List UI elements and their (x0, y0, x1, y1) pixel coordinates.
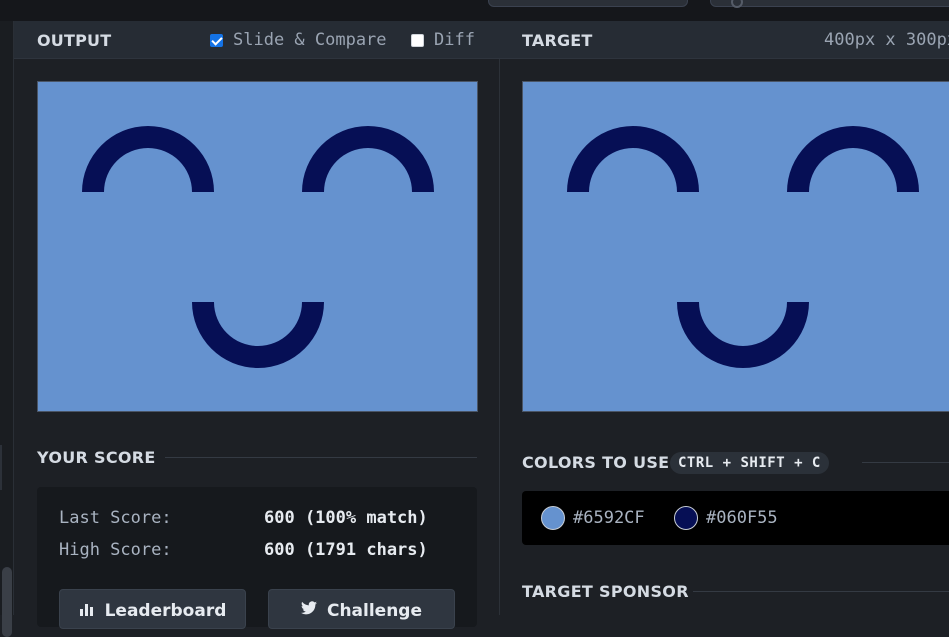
target-dimensions: 400px x 300px (824, 30, 949, 50)
target-title: TARGET (522, 31, 593, 50)
right-eye-arc (302, 126, 434, 192)
top-tab-button[interactable] (488, 0, 688, 7)
score-card: Last Score: 600 (100% match) High Score:… (37, 487, 477, 629)
panel-divider (499, 59, 500, 615)
swatch-hex: #060F55 (706, 508, 778, 528)
scrollbar-thumb[interactable] (2, 567, 12, 637)
colors-title: COLORS TO USE (522, 453, 670, 472)
diff-checkbox[interactable] (411, 33, 424, 47)
swatch-hex: #6592CF (573, 508, 645, 528)
top-toolbar-strip (0, 0, 949, 21)
top-tab-button[interactable] (710, 0, 949, 8)
color-swatch[interactable]: #060F55 (674, 506, 778, 530)
slide-compare-checkbox[interactable] (210, 33, 223, 47)
target-image (567, 126, 919, 368)
left-eye-arc (567, 126, 699, 192)
output-image (82, 126, 434, 368)
last-score-label: Last Score: (59, 508, 172, 528)
smile-arc (677, 302, 809, 368)
output-canvas[interactable] (37, 81, 478, 412)
rail-marker (0, 445, 2, 490)
left-rail (0, 21, 14, 637)
panel-header: OUTPUT Slide & Compare Diff TARGET 400px… (14, 21, 949, 59)
diff-toggle[interactable]: Diff (411, 30, 475, 50)
swatch-dot (674, 506, 698, 530)
last-score-value: 600 (100% match) (264, 508, 428, 528)
slide-compare-label: Slide & Compare (233, 30, 387, 50)
leaderboard-button[interactable]: Leaderboard (59, 589, 246, 629)
twitter-icon (300, 601, 317, 615)
right-eye-arc (787, 126, 919, 192)
high-score-value: 600 (1791 chars) (264, 540, 428, 560)
swatch-dot (541, 506, 565, 530)
section-rule (165, 457, 477, 458)
color-swatch[interactable]: #6592CF (541, 506, 645, 530)
high-score-label: High Score: (59, 540, 172, 560)
challenge-button[interactable]: Challenge (268, 589, 455, 629)
section-rule (693, 591, 949, 592)
challenge-label: Challenge (326, 601, 423, 621)
diff-label: Diff (434, 30, 475, 50)
left-eye-arc (82, 126, 214, 192)
shortcut-badge: CTRL + SHIFT + C (670, 452, 829, 474)
section-rule (862, 462, 949, 463)
output-title: OUTPUT (37, 31, 112, 50)
color-palette: #6592CF #060F55 (522, 491, 949, 545)
status-icon (731, 0, 743, 8)
your-score-title: YOUR SCORE (37, 448, 156, 467)
target-sponsor-title: TARGET SPONSOR (522, 582, 689, 601)
target-canvas (522, 81, 949, 412)
smile-arc (192, 302, 324, 368)
slide-compare-toggle[interactable]: Slide & Compare (210, 30, 387, 50)
leaderboard-label: Leaderboard (104, 601, 227, 621)
